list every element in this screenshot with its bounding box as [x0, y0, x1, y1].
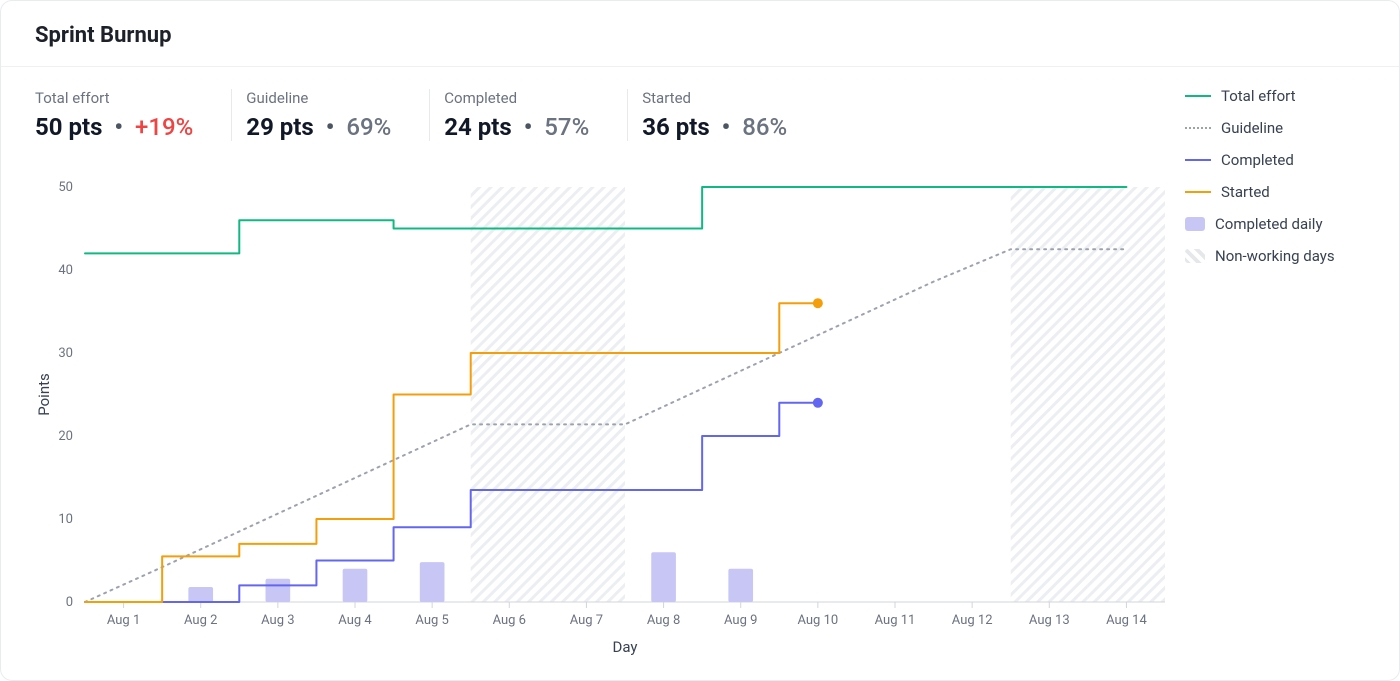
x-tick-label: Aug 8 [647, 613, 680, 628]
non-working-day [471, 187, 548, 602]
stat-value: 24 pts • 57% [444, 113, 589, 141]
legend-swatch-line [1185, 159, 1211, 161]
y-axis-label: Points [35, 373, 53, 416]
separator-dot: • [326, 113, 335, 141]
stat-started: Started 36 pts • 86% [642, 89, 825, 141]
stat-value-text: 29 pts [246, 113, 313, 141]
x-tick-label: Aug 10 [797, 613, 838, 628]
stat-delta: +19% [135, 113, 193, 141]
series-completed [85, 403, 818, 602]
stat-label: Total effort [35, 89, 193, 107]
x-tick-label: Aug 6 [493, 613, 526, 628]
x-tick-label: Aug 4 [338, 613, 372, 628]
stat-value-text: 36 pts [642, 113, 709, 141]
non-working-day [548, 187, 625, 602]
stat-guideline: Guideline 29 pts • 69% [246, 89, 430, 141]
y-tick-label: 40 [58, 263, 73, 278]
separator-dot: • [524, 113, 533, 141]
legend-guideline: Guideline [1185, 119, 1365, 137]
stat-value-text: 50 pts [35, 113, 102, 141]
series-started [85, 303, 818, 602]
series-end-marker [813, 298, 823, 308]
x-tick-label: Aug 2 [184, 613, 217, 628]
x-tick-label: Aug 7 [570, 613, 603, 628]
x-tick-label: Aug 5 [415, 613, 448, 628]
stat-label: Started [642, 89, 787, 107]
y-tick-label: 50 [58, 180, 73, 195]
legend-total-effort: Total effort [1185, 87, 1365, 105]
x-tick-label: Aug 3 [261, 613, 294, 628]
y-tick-label: 30 [58, 346, 73, 361]
completed-daily-bar [266, 579, 291, 602]
stat-pct: 69% [346, 113, 391, 141]
x-tick-label: Aug 1 [107, 613, 140, 628]
legend-swatch-line [1185, 95, 1211, 97]
y-tick-label: 0 [66, 595, 73, 610]
stat-total-effort: Total effort 50 pts • +19% [35, 89, 232, 141]
legend-label: Guideline [1221, 119, 1283, 137]
stat-label: Completed [444, 89, 589, 107]
stat-pct: 57% [544, 113, 589, 141]
card-header: Sprint Burnup [1, 1, 1399, 67]
stat-completed: Completed 24 pts • 57% [444, 89, 628, 141]
completed-daily-bar [343, 569, 368, 602]
legend-completed: Completed [1185, 151, 1365, 169]
stat-pct: 86% [742, 113, 787, 141]
x-tick-label: Aug 13 [1029, 613, 1070, 628]
x-tick-label: Aug 9 [724, 613, 757, 628]
x-tick-label: Aug 12 [952, 613, 993, 628]
separator-dot: • [722, 113, 731, 141]
burnup-chart: 0 10 20 30 40 50 Aug 1 Aug 2 Aug 3 Aug 4 Aug 5 Aug … [35, 177, 1175, 662]
stat-label: Guideline [246, 89, 391, 107]
x-tick-label: Aug 14 [1106, 613, 1147, 628]
legend-label: Completed [1221, 151, 1294, 169]
separator-dot: • [114, 113, 123, 141]
y-tick-label: 10 [58, 512, 73, 527]
legend-swatch-dashed [1185, 127, 1211, 129]
card-title: Sprint Burnup [35, 23, 1365, 48]
stat-value: 29 pts • 69% [246, 113, 391, 141]
completed-daily-bar [420, 562, 445, 602]
stat-value: 36 pts • 86% [642, 113, 787, 141]
x-axis-label: Day [613, 638, 638, 656]
completed-daily-bar [651, 552, 676, 602]
legend-label: Total effort [1221, 87, 1296, 105]
stat-value: 50 pts • +19% [35, 113, 193, 141]
y-tick-label: 20 [58, 429, 73, 444]
completed-daily-bar [188, 587, 213, 602]
series-end-marker [813, 398, 823, 408]
stat-value-text: 24 pts [444, 113, 511, 141]
x-tick-label: Aug 11 [875, 613, 916, 628]
completed-daily-bar [728, 569, 753, 602]
sprint-burnup-card: Sprint Burnup Total effort 50 pts • +19%… [0, 0, 1400, 681]
chart-area: 0 10 20 30 40 50 Aug 1 Aug 2 Aug 3 Aug 4 Aug 5 Aug … [35, 177, 1365, 660]
